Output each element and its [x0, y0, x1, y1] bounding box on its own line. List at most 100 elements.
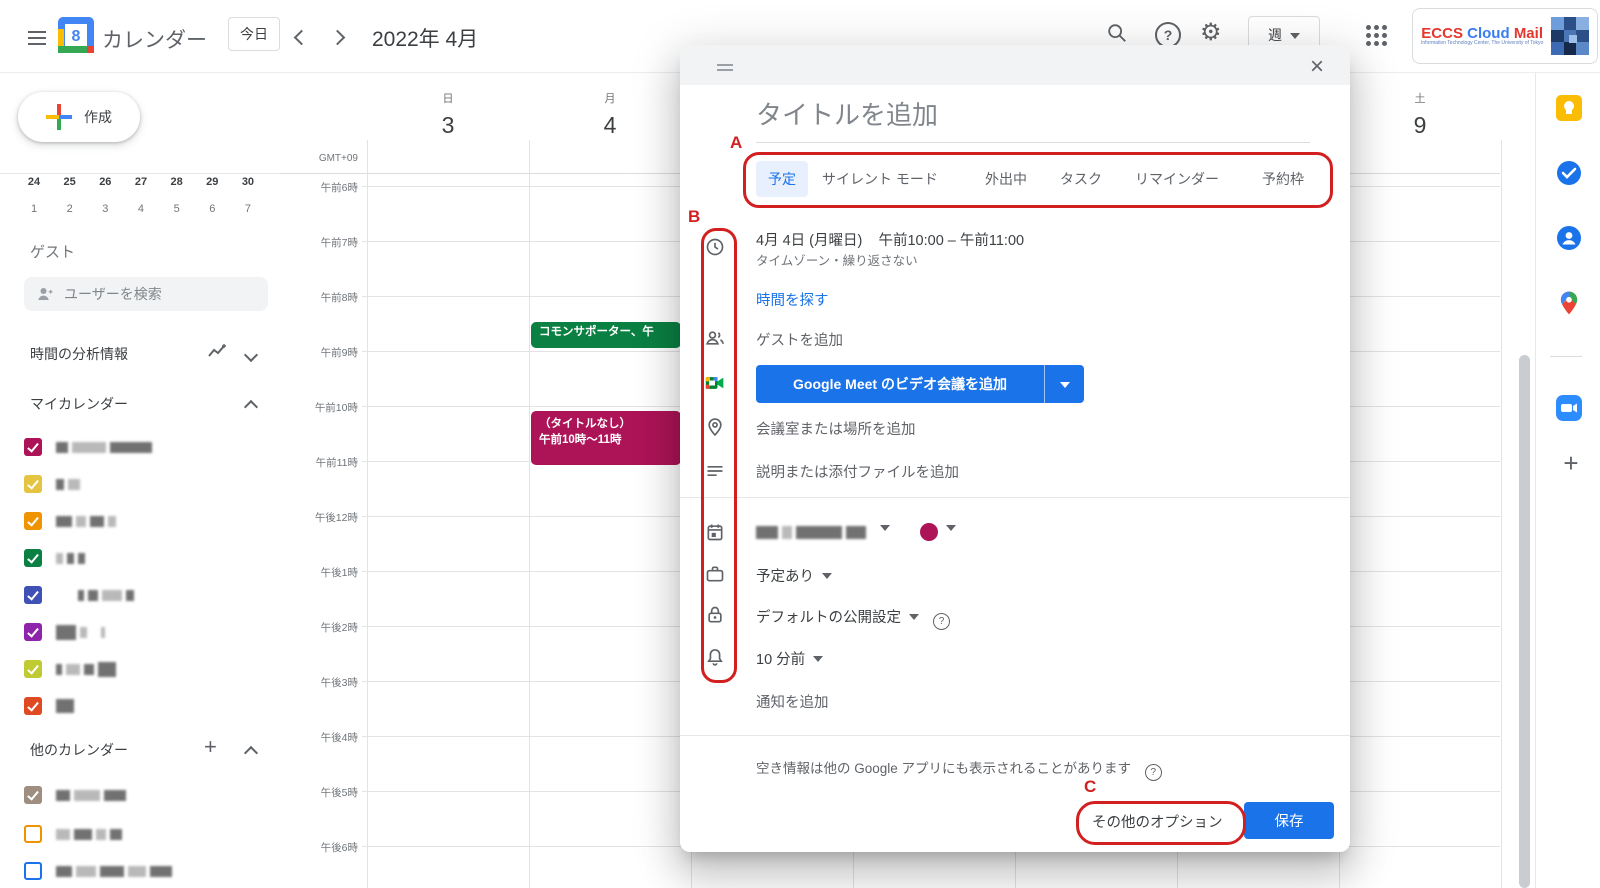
calendar-checkbox[interactable] — [24, 475, 42, 493]
contacts-icon[interactable] — [1556, 225, 1582, 251]
tab-event[interactable]: 予定 — [756, 161, 808, 197]
tab-reminder[interactable]: リマインダー — [1135, 169, 1219, 189]
maps-icon[interactable] — [1556, 290, 1582, 316]
event-color-dot[interactable] — [920, 523, 938, 541]
more-options-button[interactable]: その他のオプション — [1092, 811, 1223, 832]
mini-day[interactable]: 4 — [129, 203, 153, 223]
calendar-checkbox[interactable] — [24, 660, 42, 678]
mini-day[interactable]: 6 — [200, 203, 224, 223]
keep-icon[interactable] — [1556, 95, 1582, 121]
notification-dropdown[interactable]: 10 分前 — [756, 648, 823, 669]
create-button[interactable]: 作成 — [18, 92, 140, 142]
calendar-checkbox[interactable] — [24, 549, 42, 567]
search-icon[interactable] — [1106, 22, 1128, 44]
event-date[interactable]: 4月 4日 (月曜日) — [756, 233, 862, 249]
tab-appointment-slots[interactable]: 予約枠 — [1262, 169, 1304, 189]
avatar[interactable] — [1551, 17, 1589, 55]
my-calendar-row[interactable] — [24, 695, 274, 717]
settings-gear-icon[interactable]: ⚙ — [1200, 18, 1222, 47]
other-calendar-row[interactable] — [24, 860, 274, 882]
add-other-calendar-icon[interactable]: + — [204, 734, 217, 760]
event-title-input[interactable]: タイトルを追加 — [756, 95, 1310, 143]
calendar-checkbox[interactable] — [24, 586, 42, 604]
mini-day[interactable]: 3 — [93, 203, 117, 223]
dialog-titlebar[interactable] — [680, 45, 1350, 85]
mini-day[interactable]: 26 — [93, 176, 117, 196]
visibility-dropdown[interactable]: デフォルトの公開設定 ? — [756, 606, 950, 628]
my-calendars-chevron-up-icon[interactable] — [246, 399, 256, 417]
add-description-field[interactable]: 説明または添付ファイルを追加 — [756, 461, 959, 482]
my-calendar-row[interactable] — [24, 547, 274, 569]
save-button[interactable]: 保存 — [1244, 802, 1334, 839]
calendar-checkbox[interactable] — [24, 623, 42, 641]
calendar-owner-row[interactable] — [756, 523, 956, 541]
mini-day[interactable]: 28 — [165, 176, 189, 196]
my-calendar-row[interactable] — [24, 658, 274, 680]
calendar-checkbox-unchecked[interactable] — [24, 825, 42, 843]
event-common-supporter[interactable]: コモンサポーター、午 — [531, 322, 681, 348]
calendar-checkbox[interactable] — [24, 438, 42, 456]
next-week-icon[interactable] — [332, 30, 343, 48]
other-calendar-row[interactable] — [24, 784, 274, 806]
calendar-logo-icon[interactable]: 8 — [58, 17, 94, 58]
add-meet-button[interactable]: Google Meet のビデオ会議を追加 — [756, 365, 1084, 403]
visibility-help-icon[interactable]: ? — [933, 613, 950, 630]
my-calendar-row[interactable] — [24, 584, 274, 606]
mini-day[interactable]: 5 — [165, 203, 189, 223]
dialog-footer-divider — [680, 735, 1350, 736]
add-location-field[interactable]: 会議室または場所を追加 — [756, 418, 916, 439]
vertical-scrollbar[interactable] — [1519, 355, 1530, 888]
add-notification-link[interactable]: 通知を追加 — [756, 691, 829, 712]
prev-week-icon[interactable] — [296, 30, 307, 48]
tab-task[interactable]: タスク — [1060, 169, 1102, 189]
meet-options-dropdown[interactable] — [1045, 379, 1084, 390]
event-datetime-row[interactable]: 4月 4日 (月曜日) 午前10:00 – 午前11:00 — [756, 229, 1024, 250]
busy-dropdown[interactable]: 予定あり — [756, 565, 832, 586]
day-number-mon[interactable]: 4 — [580, 112, 640, 139]
my-calendar-row[interactable] — [24, 436, 274, 458]
find-time-link[interactable]: 時間を探す — [756, 289, 829, 310]
day-header-sat: 土 — [1390, 90, 1450, 106]
close-icon[interactable]: × — [1310, 55, 1324, 79]
tab-out-of-office[interactable]: 外出中 — [985, 169, 1027, 189]
tab-focus-time[interactable]: サイレント モード — [822, 169, 938, 189]
my-calendar-row[interactable] — [24, 510, 274, 532]
mini-day[interactable]: 24 — [22, 176, 46, 196]
other-calendar-row[interactable] — [24, 823, 274, 845]
account-badge[interactable]: ECCS Cloud Mail Information Technology C… — [1412, 8, 1598, 64]
event-time-range[interactable]: 午前10:00 – 午前11:00 — [878, 233, 1024, 249]
mini-day[interactable]: 2 — [58, 203, 82, 223]
redacted-calendar-name — [56, 699, 74, 713]
insights-label: 時間の分析情報 — [30, 344, 128, 364]
add-guests-field[interactable]: ゲストを追加 — [756, 329, 843, 350]
insights-chevron-down-icon[interactable] — [246, 347, 256, 365]
get-addons-icon[interactable]: + — [1558, 450, 1584, 476]
mini-day[interactable]: 30 — [236, 176, 260, 196]
calendar-checkbox[interactable] — [24, 697, 42, 715]
plus-icon — [46, 104, 72, 130]
day-number-sat[interactable]: 9 — [1390, 112, 1450, 139]
google-apps-grid-icon[interactable] — [1366, 25, 1387, 46]
other-calendars-chevron-up-icon[interactable] — [246, 745, 256, 763]
event-no-title[interactable]: （タイトルなし） 午前10時〜11時 — [531, 411, 681, 465]
search-users-input[interactable]: ユーザーを検索 — [24, 277, 268, 311]
timezone-recurrence-row[interactable]: タイムゾーン・繰り返さない — [756, 250, 918, 269]
my-calendar-row[interactable] — [24, 621, 274, 643]
day-number-sun[interactable]: 3 — [418, 112, 478, 139]
footer-help-icon[interactable]: ? — [1145, 764, 1162, 781]
mini-day[interactable]: 27 — [129, 176, 153, 196]
drag-handle-icon[interactable] — [717, 61, 733, 74]
zoom-icon[interactable] — [1556, 395, 1582, 421]
my-calendar-row[interactable] — [24, 473, 274, 495]
mini-day[interactable]: 29 — [200, 176, 224, 196]
view-selector-value: 週 — [1268, 25, 1282, 45]
mini-day[interactable]: 7 — [236, 203, 260, 223]
calendar-checkbox[interactable] — [24, 786, 42, 804]
calendar-checkbox-unchecked[interactable] — [24, 862, 42, 880]
mini-day[interactable]: 25 — [58, 176, 82, 196]
today-button[interactable]: 今日 — [228, 17, 280, 51]
main-menu-icon[interactable] — [28, 27, 46, 49]
tasks-icon[interactable] — [1556, 160, 1582, 186]
mini-day[interactable]: 1 — [22, 203, 46, 223]
calendar-checkbox[interactable] — [24, 512, 42, 530]
